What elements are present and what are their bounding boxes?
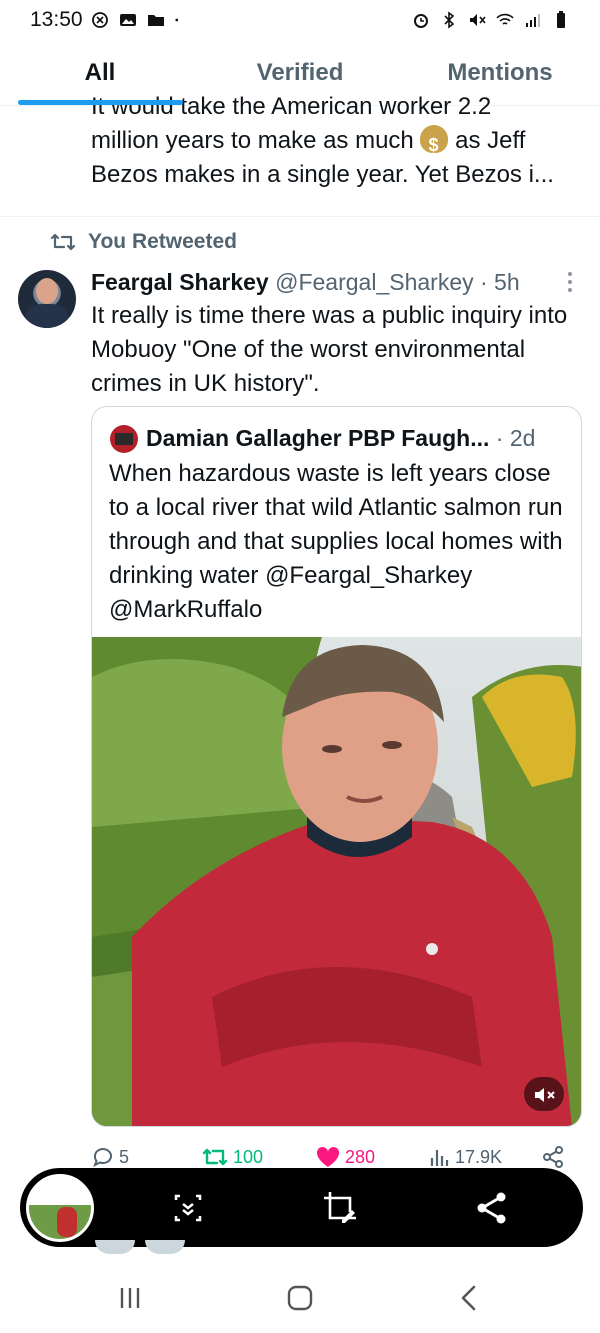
tweet-text[interactable]: It really is time there was a public inq… [91,299,581,401]
share-button[interactable] [541,1145,565,1169]
quote-header: Damian Gallagher PBP Faugh... · 2d [146,422,535,454]
author-name[interactable]: Feargal Sharkey [91,269,269,295]
status-system-icons [412,11,570,29]
scroll-capture-icon[interactable] [166,1186,210,1230]
retweeted-icon [202,1148,228,1166]
alarm-icon [414,14,428,28]
recent-apps-icon[interactable] [110,1282,150,1314]
crop-edit-icon[interactable] [318,1186,362,1230]
like-count: 280 [345,1146,376,1167]
home-icon[interactable] [280,1282,320,1314]
previous-tweet-line-3: Bezos makes in a single year. Yet Bezos … [91,161,554,188]
screenshot-toolbar [20,1168,583,1247]
previous-tweet-line-2-end: as Jeff [455,127,526,154]
gallery-icon [119,14,136,26]
peek-avatar [95,1240,135,1254]
liked-heart-icon [316,1146,340,1167]
status-notification-icons [91,11,183,29]
screenshot-thumbnail[interactable] [26,1174,94,1242]
quote-author-name: Damian Gallagher PBP Faugh... [146,425,490,451]
like-button[interactable]: 280 [315,1145,375,1169]
dot-icon [175,18,178,22]
retweet-icon [50,233,76,251]
previous-tweet-line-1: It would take the American worker 2.2 [91,93,492,120]
battery-icon [557,11,565,28]
back-icon[interactable] [450,1282,490,1314]
previous-tweet-line-2: million years to make as much as Jeff [91,124,581,158]
retweet-count: 100 [233,1146,264,1167]
video-mute-icon[interactable] [532,1085,558,1105]
retweet-button[interactable]: 100 [201,1145,263,1169]
views-button[interactable]: 17.9K [429,1146,502,1168]
quote-text: When hazardous waste is left years close… [109,460,563,623]
share-icon [543,1146,563,1168]
status-time: 13:50 [30,8,83,31]
reply-count: 5 [119,1146,130,1167]
status-bar: 13:50 [0,0,600,40]
retweet-context: You Retweeted [50,230,237,254]
sync-icon [91,12,108,28]
previous-tweet-text[interactable]: It would take the American worker 2.2 mi… [91,93,581,192]
share-screenshot-icon[interactable] [470,1186,514,1230]
bluetooth-icon [444,11,455,29]
reply-button[interactable]: 5 [91,1145,129,1169]
quote-video[interactable] [92,637,581,1126]
tweet-divider [0,216,600,217]
more-options-icon[interactable] [563,270,577,294]
peek-avatar [145,1240,185,1254]
reply-icon [93,1148,112,1168]
previous-tweet-line-2-start: million years to make as much [91,127,414,154]
tweet-header: Feargal Sharkey @Feargal_Sharkey · 5h [91,266,520,298]
retweet-context-label: You Retweeted [88,230,237,253]
signal-icon [526,14,540,27]
author-avatar[interactable] [18,270,76,328]
author-handle-time[interactable]: @Feargal_Sharkey · 5h [275,269,520,295]
video-frame-image [92,637,581,1126]
quote-author-avatar [110,425,138,453]
mute-icon [470,14,486,26]
wifi-icon [496,13,514,25]
active-tab-indicator [18,100,183,105]
quote-time: · 2d [489,425,536,451]
views-count: 17.9K [455,1146,503,1167]
money-bag-emoji-icon [420,125,449,158]
quote-tweet-card[interactable]: Damian Gallagher PBP Faugh... · 2d When … [91,406,582,1127]
folder-icon [147,15,164,26]
system-navigation-bar [0,1262,600,1333]
views-icon [430,1150,449,1166]
